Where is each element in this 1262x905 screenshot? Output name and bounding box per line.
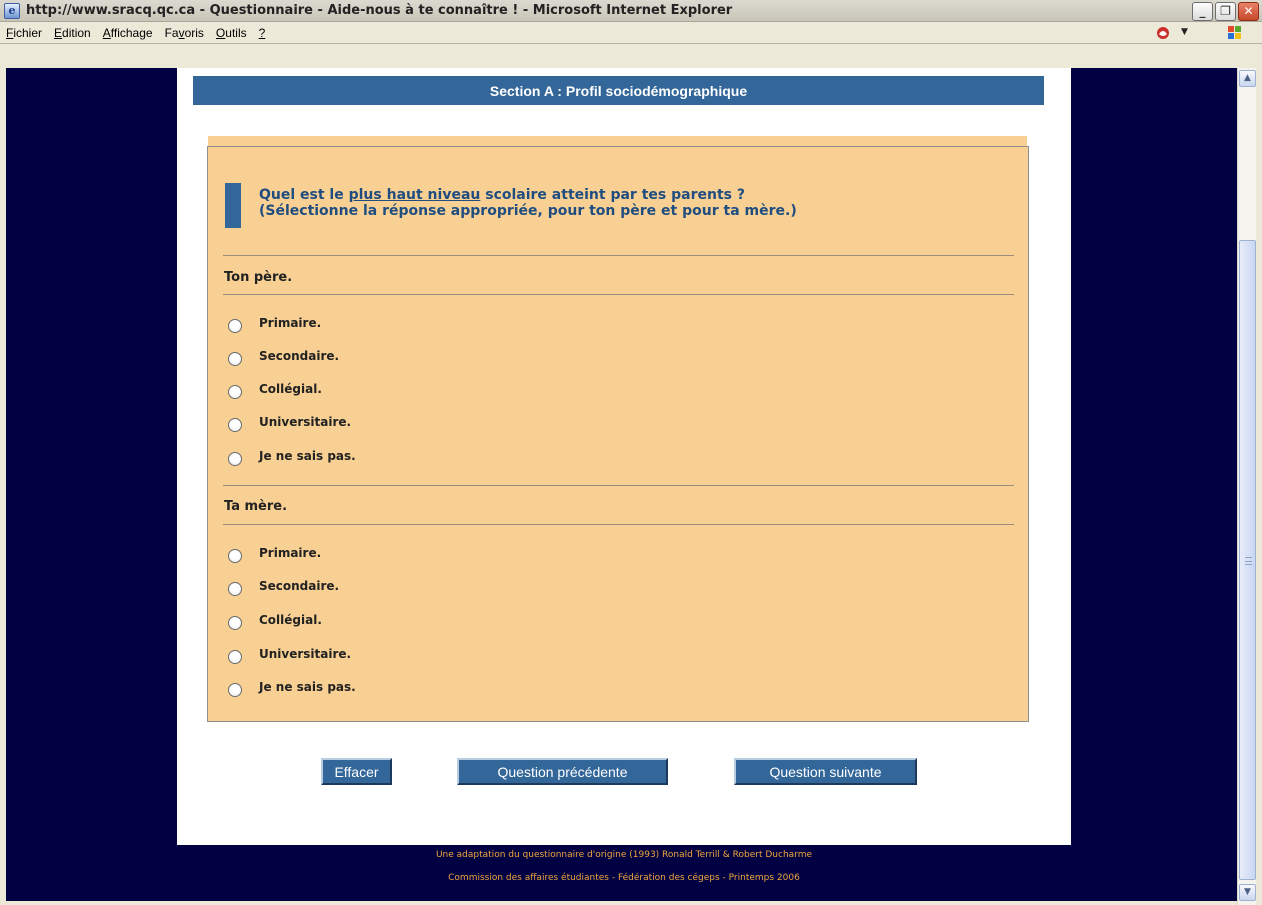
window-controls: _ ❐ ✕ [1192, 2, 1259, 21]
minimize-button[interactable]: _ [1192, 2, 1213, 21]
acrobat-dropdown-arrow[interactable]: ▼ [1181, 27, 1188, 37]
radio-button[interactable] [228, 319, 242, 333]
option-mother-primaire[interactable]: Primaire. [228, 546, 322, 563]
scroll-down-arrow-icon[interactable]: ▼ [1239, 884, 1256, 901]
scrollbar-grip-icon [1245, 557, 1252, 565]
section-header: Section A : Profil sociodémographique [193, 76, 1044, 105]
scroll-up-arrow-icon[interactable]: ▲ [1239, 70, 1256, 87]
option-mother-universitaire[interactable]: Universitaire. [228, 647, 352, 664]
option-mother-collegial[interactable]: Collégial. [228, 613, 322, 630]
option-label: Secondaire. [259, 349, 340, 363]
radio-button[interactable] [228, 683, 242, 697]
question-suffix: scolaire atteint par tes parents ? [480, 187, 745, 203]
option-label: Universitaire. [259, 415, 352, 429]
option-label: Collégial. [259, 613, 322, 627]
menu-outils[interactable]: Outils [216, 26, 247, 40]
menu-edition[interactable]: Edition [54, 26, 91, 40]
option-mother-ne-sais-pas[interactable]: Je ne sais pas. [228, 680, 356, 697]
divider [223, 485, 1014, 486]
menu-help[interactable]: ? [259, 26, 266, 40]
windows-logo-icon [1228, 26, 1241, 39]
option-label: Secondaire. [259, 579, 340, 593]
group-label-mother: Ta mère. [224, 499, 288, 514]
radio-button[interactable] [228, 616, 242, 630]
menu-fichier[interactable]: Fichier [6, 26, 42, 40]
radio-button[interactable] [228, 582, 242, 596]
question-marker [225, 183, 241, 228]
footer-organization: Commission des affaires étudiantes - Féd… [448, 873, 800, 883]
restore-button[interactable]: ❐ [1215, 2, 1236, 21]
option-father-collegial[interactable]: Collégial. [228, 382, 322, 399]
menu-favoris[interactable]: Favoris [165, 26, 204, 40]
option-label: Primaire. [259, 316, 322, 330]
option-label: Universitaire. [259, 647, 352, 661]
radio-button[interactable] [228, 418, 242, 432]
divider [223, 524, 1014, 525]
radio-button[interactable] [228, 549, 242, 563]
radio-button[interactable] [228, 385, 242, 399]
menu-affichage[interactable]: Affichage [103, 26, 153, 40]
question-panel: Quel est le plus haut niveau scolaire at… [207, 146, 1029, 722]
footer-credit: Une adaptation du questionnaire d'origin… [435, 850, 813, 860]
ie-page-icon: e [4, 2, 20, 19]
question: Quel est le plus haut niveau scolaire at… [225, 183, 1005, 228]
window-title: http://www.sracq.qc.ca - Questionnaire -… [26, 3, 733, 18]
menubar: Fichier Edition Affichage Favoris Outils… [0, 22, 1262, 44]
clear-button[interactable]: Effacer [321, 758, 392, 785]
previous-question-button[interactable]: Question précédente [457, 758, 668, 785]
vertical-scrollbar[interactable]: ▲ ▼ [1237, 68, 1256, 905]
option-label: Primaire. [259, 546, 322, 560]
window-titlebar: e http://www.sracq.qc.ca - Questionnaire… [0, 0, 1262, 22]
next-question-button[interactable]: Question suivante [734, 758, 917, 785]
question-instruction: (Sélectionne la réponse appropriée, pour… [259, 203, 797, 219]
acrobat-icon[interactable] [1155, 25, 1173, 41]
radio-button[interactable] [228, 452, 242, 466]
radio-button[interactable] [228, 650, 242, 664]
question-emphasis: plus haut niveau [348, 187, 481, 203]
panel-top-strip [208, 136, 1027, 146]
option-label: Je ne sais pas. [259, 449, 356, 463]
option-label: Collégial. [259, 382, 322, 396]
scrollbar-thumb[interactable] [1239, 240, 1256, 880]
browser-viewport: Section A : Profil sociodémographique Qu… [6, 68, 1237, 901]
option-father-universitaire[interactable]: Universitaire. [228, 415, 352, 432]
option-father-ne-sais-pas[interactable]: Je ne sais pas. [228, 449, 356, 466]
group-label-father: Ton père. [224, 270, 293, 285]
option-father-secondaire[interactable]: Secondaire. [228, 349, 340, 366]
option-label: Je ne sais pas. [259, 680, 356, 694]
radio-button[interactable] [228, 352, 242, 366]
questionnaire-page: Section A : Profil sociodémographique Qu… [177, 68, 1071, 845]
close-button[interactable]: ✕ [1238, 2, 1259, 21]
option-mother-secondaire[interactable]: Secondaire. [228, 579, 340, 596]
option-father-primaire[interactable]: Primaire. [228, 316, 322, 333]
divider [223, 294, 1014, 295]
question-prefix: Quel est le [259, 187, 349, 203]
question-text: Quel est le plus haut niveau scolaire at… [259, 183, 797, 219]
divider [223, 255, 1014, 256]
